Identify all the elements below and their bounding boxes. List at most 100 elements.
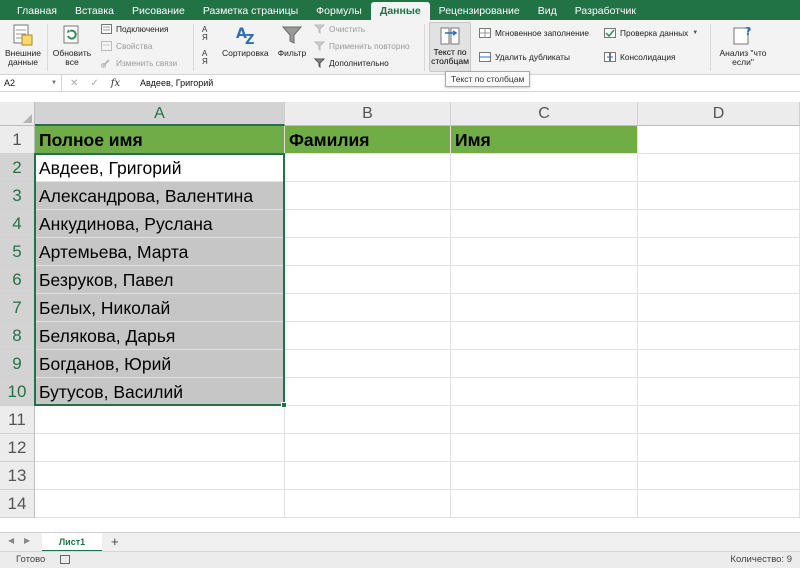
what-if-analysis-button[interactable]: ? Анализ "что если" — [714, 23, 772, 67]
cell[interactable] — [638, 126, 800, 154]
column-header-c[interactable]: C — [451, 102, 638, 126]
row-header[interactable]: 4 — [0, 210, 35, 238]
prev-sheet-icon[interactable]: ◀ — [8, 536, 14, 545]
tab-review[interactable]: Рецензирование — [430, 2, 529, 20]
cell[interactable] — [638, 350, 800, 378]
cell[interactable] — [451, 154, 638, 182]
row-header[interactable]: 8 — [0, 322, 35, 350]
row-header[interactable]: 13 — [0, 462, 35, 490]
name-cell[interactable]: Белых, Николай — [35, 294, 285, 322]
cell[interactable] — [638, 322, 800, 350]
cell[interactable] — [285, 322, 451, 350]
cell[interactable] — [451, 210, 638, 238]
cell[interactable] — [638, 294, 800, 322]
cell[interactable] — [451, 350, 638, 378]
remove-duplicates-button[interactable]: Удалить дубликаты — [479, 51, 570, 63]
column-header-b[interactable]: B — [285, 102, 451, 126]
advanced-filter-button[interactable]: Дополнительно — [314, 57, 389, 69]
chevron-down-icon[interactable]: ▼ — [692, 30, 698, 36]
cell[interactable] — [35, 462, 285, 490]
cell[interactable] — [451, 266, 638, 294]
column-header-a[interactable]: A — [35, 102, 285, 126]
sort-za-small-button[interactable]: А Я — [202, 50, 208, 66]
worksheet-grid[interactable]: A B C D 1 Полное имя Фамилия Имя 2 Авдеев, Гр… — [0, 92, 800, 532]
sort-button[interactable]: A Z Сортировка — [222, 23, 269, 58]
name-cell[interactable]: Анкудинова, Руслана — [35, 210, 285, 238]
row-header[interactable]: 6 — [0, 266, 35, 294]
cell[interactable] — [35, 490, 285, 518]
cell[interactable] — [451, 182, 638, 210]
name-cell[interactable]: Александрова, Валентина — [35, 182, 285, 210]
add-sheet-button[interactable]: + — [111, 534, 119, 550]
name-cell[interactable]: Авдеев, Григорий — [35, 154, 285, 182]
tab-developer[interactable]: Разработчик — [566, 2, 645, 20]
filter-button[interactable]: Фильтр — [274, 23, 310, 58]
cell[interactable] — [638, 434, 800, 462]
cell[interactable] — [638, 154, 800, 182]
cancel-icon[interactable]: ✕ — [70, 75, 78, 92]
cell[interactable] — [451, 406, 638, 434]
cell[interactable] — [285, 182, 451, 210]
tab-formulas[interactable]: Формулы — [307, 2, 371, 20]
cell[interactable] — [451, 434, 638, 462]
cell[interactable] — [451, 238, 638, 266]
column-header-d[interactable]: D — [638, 102, 800, 126]
macro-record-icon[interactable] — [60, 555, 70, 564]
select-all-corner[interactable] — [0, 102, 35, 126]
cell[interactable] — [638, 210, 800, 238]
cell[interactable] — [638, 406, 800, 434]
tab-draw[interactable]: Рисование — [123, 2, 194, 20]
enter-icon[interactable]: ✓ — [90, 75, 98, 92]
cell[interactable] — [35, 406, 285, 434]
text-to-columns-button[interactable]: Текст по столбцам — [429, 22, 471, 72]
name-cell[interactable]: Богданов, Юрий — [35, 350, 285, 378]
tab-home[interactable]: Главная — [8, 2, 66, 20]
refresh-all-button[interactable]: Обновить все — [51, 23, 93, 67]
name-box[interactable]: A2 ▼ — [0, 75, 62, 92]
cell[interactable] — [285, 434, 451, 462]
fill-handle[interactable] — [281, 402, 287, 408]
chevron-down-icon[interactable]: ▼ — [51, 75, 57, 92]
cell[interactable] — [285, 266, 451, 294]
connections-button[interactable]: Подключения — [101, 23, 169, 35]
row-header[interactable]: 5 — [0, 238, 35, 266]
cell[interactable] — [285, 406, 451, 434]
tab-insert[interactable]: Вставка — [66, 2, 123, 20]
header-cell-b[interactable]: Фамилия — [285, 126, 451, 154]
row-header[interactable]: 12 — [0, 434, 35, 462]
cell[interactable] — [638, 266, 800, 294]
name-cell[interactable]: Белякова, Дарья — [35, 322, 285, 350]
cell[interactable] — [638, 378, 800, 406]
row-header[interactable]: 1 — [0, 126, 35, 154]
header-cell-c[interactable]: Имя — [451, 126, 638, 154]
name-cell[interactable]: Безруков, Павел — [35, 266, 285, 294]
cell[interactable] — [285, 490, 451, 518]
formula-input[interactable]: Авдеев, Григорий — [140, 75, 213, 92]
clear-button[interactable]: Очистить — [314, 23, 365, 35]
sheet-tab-1[interactable]: Лист1 — [42, 533, 102, 552]
cell[interactable] — [638, 490, 800, 518]
tab-data[interactable]: Данные — [370, 2, 430, 20]
cell[interactable] — [451, 378, 638, 406]
name-cell[interactable]: Артемьева, Марта — [35, 238, 285, 266]
data-validation-button[interactable]: Проверка данных ▼ — [604, 27, 698, 39]
cell[interactable] — [285, 350, 451, 378]
cell[interactable] — [638, 462, 800, 490]
cell[interactable] — [451, 462, 638, 490]
tab-view[interactable]: Вид — [529, 2, 566, 20]
header-cell-a[interactable]: Полное имя — [35, 126, 285, 154]
sort-az-small-button[interactable]: А Я — [202, 26, 208, 42]
row-header[interactable]: 2 — [0, 154, 35, 182]
edit-links-button[interactable]: Изменить связи — [101, 57, 177, 69]
row-header[interactable]: 3 — [0, 182, 35, 210]
cell[interactable] — [451, 490, 638, 518]
cell[interactable] — [285, 154, 451, 182]
row-header[interactable]: 10 — [0, 378, 35, 406]
cell[interactable] — [285, 378, 451, 406]
cell[interactable] — [285, 238, 451, 266]
external-data-button[interactable]: Внешние данные — [2, 23, 44, 67]
cell[interactable] — [285, 210, 451, 238]
row-header[interactable]: 11 — [0, 406, 35, 434]
next-sheet-icon[interactable]: ▶ — [24, 536, 30, 545]
function-icon[interactable]: fx — [111, 75, 120, 92]
